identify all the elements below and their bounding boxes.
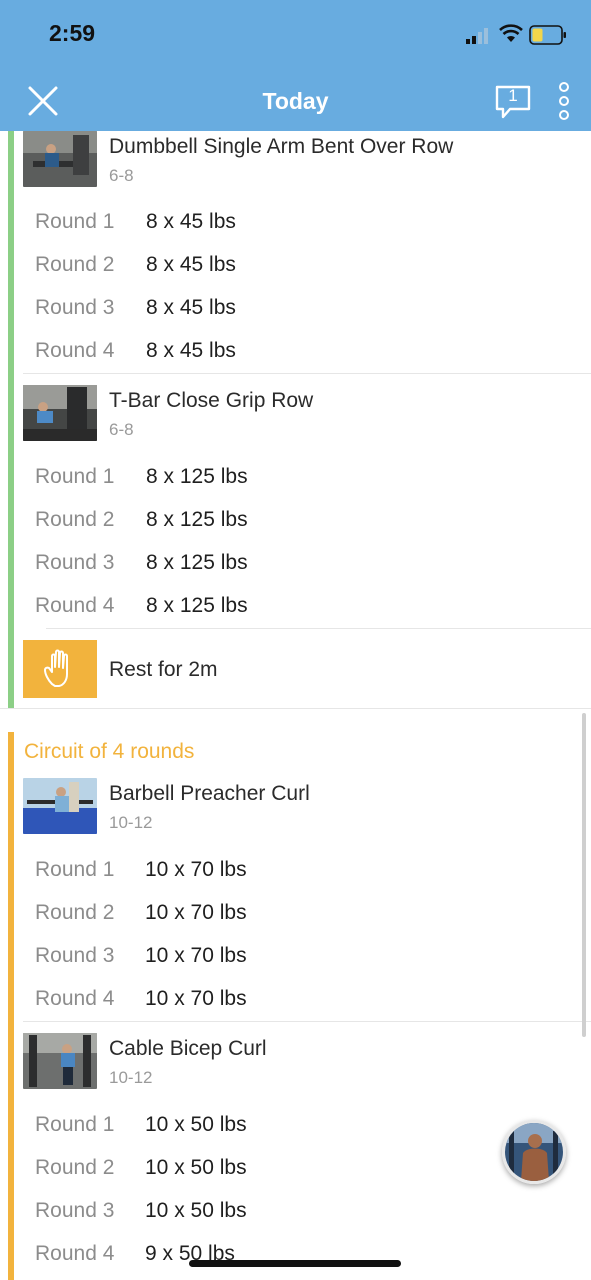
divider — [23, 373, 591, 374]
circuit-title: Circuit of 4 rounds — [24, 740, 195, 763]
exercise-reps: 10-12 — [109, 813, 153, 832]
chat-count-badge: 1 — [508, 86, 518, 105]
exercise-name: Cable Bicep Curl — [109, 1037, 267, 1060]
divider — [0, 708, 591, 709]
workout-content[interactable]: Dumbbell Single Arm Bent Over Row 6-8 Ro… — [0, 131, 591, 1280]
exercise-name: Barbell Preacher Curl — [109, 782, 310, 805]
round-row[interactable]: Round 3 8 x 45 lbs — [35, 296, 575, 328]
rest-badge — [23, 640, 97, 698]
round-label: Round 3 — [35, 296, 115, 319]
app-header: 2:59 Today 1 — [0, 0, 591, 131]
divider — [23, 1021, 591, 1022]
round-label: Round 4 — [35, 339, 115, 362]
hand-icon — [44, 649, 68, 687]
round-value: 10 x 70 lbs — [145, 987, 247, 1010]
cellular-signal-icon — [466, 28, 488, 44]
exercise-item[interactable]: Barbell Preacher Curl 10-12 — [23, 778, 583, 838]
round-label: Round 2 — [35, 508, 115, 531]
round-row[interactable]: Round 1 8 x 45 lbs — [35, 210, 575, 242]
round-row[interactable]: Round 1 10 x 50 lbs — [35, 1113, 575, 1145]
exercise-reps: 10-12 — [109, 1068, 153, 1087]
round-row[interactable]: Round 49 x 50 lbs — [35, 1242, 575, 1274]
exercise-name: T-Bar Close Grip Row — [109, 389, 314, 412]
round-label: Round 3 — [35, 551, 115, 574]
round-row[interactable]: Round 1 10 x 70 lbs — [35, 858, 575, 890]
round-row[interactable]: Round 2 8 x 45 lbs — [35, 253, 575, 285]
exercise-item[interactable]: Cable Bicep Curl 10-12 — [23, 1033, 583, 1093]
round-value: 8 x 125 lbs — [146, 465, 248, 488]
rest-label: Rest for 2m — [109, 658, 218, 681]
wifi-icon — [499, 24, 523, 42]
round-label: Round 1 — [35, 858, 115, 881]
round-label: Round 4 — [35, 594, 115, 617]
round-row[interactable]: Round 3 10 x 70 lbs — [35, 944, 575, 976]
section-color-bar — [8, 131, 14, 709]
divider — [46, 628, 591, 629]
round-row[interactable]: Round 2 10 x 70 lbs — [35, 901, 575, 933]
round-value: 10 x 70 lbs — [145, 901, 247, 924]
status-time: 2:59 — [49, 20, 96, 46]
round-value: 8 x 45 lbs — [146, 253, 236, 276]
round-row[interactable]: Round 3 10 x 50 lbs — [35, 1199, 575, 1231]
round-value: 10 x 70 lbs — [145, 858, 247, 881]
coach-avatar-button[interactable] — [502, 1120, 566, 1184]
round-label: Round 4 — [35, 987, 115, 1010]
round-label: Round 3 — [35, 1199, 115, 1222]
round-row[interactable]: Round 2 8 x 125 lbs — [35, 508, 575, 540]
round-label: Round 3 — [35, 944, 115, 967]
scrollbar[interactable] — [582, 713, 586, 1037]
exercise-thumbnail[interactable] — [23, 385, 97, 441]
round-value: 8 x 45 lbs — [146, 339, 236, 362]
round-label: Round 4 — [35, 1242, 115, 1265]
round-value: 10 x 50 lbs — [145, 1113, 247, 1136]
round-row[interactable]: Round 4 10 x 70 lbs — [35, 987, 575, 1019]
round-row[interactable]: Round 4 8 x 45 lbs — [35, 339, 575, 371]
section-color-bar — [8, 732, 14, 1280]
exercise-item[interactable]: Dumbbell Single Arm Bent Over Row 6-8 — [23, 131, 583, 191]
round-row[interactable]: Round 1 8 x 125 lbs — [35, 465, 575, 497]
round-label: Round 1 — [35, 1113, 115, 1136]
round-value: 8 x 125 lbs — [146, 551, 248, 574]
round-label: Round 1 — [35, 210, 115, 233]
round-value: 10 x 70 lbs — [145, 944, 247, 967]
exercise-thumbnail[interactable] — [23, 131, 97, 187]
battery-icon — [529, 25, 566, 45]
round-row[interactable]: Round 4 8 x 125 lbs — [35, 594, 575, 626]
exercise-thumbnail[interactable] — [23, 1033, 97, 1089]
round-value: 8 x 45 lbs — [146, 210, 236, 233]
exercise-reps: 6-8 — [109, 166, 134, 185]
round-value: 8 x 125 lbs — [146, 594, 248, 617]
exercise-name: Dumbbell Single Arm Bent Over Row — [109, 135, 454, 158]
exercise-reps: 6-8 — [109, 420, 134, 439]
home-indicator[interactable] — [189, 1260, 401, 1267]
avatar-image — [505, 1123, 563, 1181]
round-label: Round 2 — [35, 253, 115, 276]
chat-button[interactable]: 1 — [494, 84, 532, 120]
exercise-thumbnail[interactable] — [23, 778, 97, 834]
round-label: Round 1 — [35, 465, 115, 488]
round-row[interactable]: Round 3 8 x 125 lbs — [35, 551, 575, 583]
round-label: Round 2 — [35, 1156, 115, 1179]
round-row[interactable]: Round 2 10 x 50 lbs — [35, 1156, 575, 1188]
more-options-button[interactable] — [556, 82, 572, 120]
round-label: Round 2 — [35, 901, 115, 924]
round-value: 8 x 125 lbs — [146, 508, 248, 531]
round-value: 10 x 50 lbs — [145, 1156, 247, 1179]
circuit-section: Circuit of 4 rounds Barbell Preacher Cur… — [0, 732, 591, 1280]
round-value: 10 x 50 lbs — [145, 1199, 247, 1222]
superset-section: Dumbbell Single Arm Bent Over Row 6-8 Ro… — [0, 131, 591, 709]
round-value: 8 x 45 lbs — [146, 296, 236, 319]
exercise-item[interactable]: T-Bar Close Grip Row 6-8 — [23, 385, 583, 445]
